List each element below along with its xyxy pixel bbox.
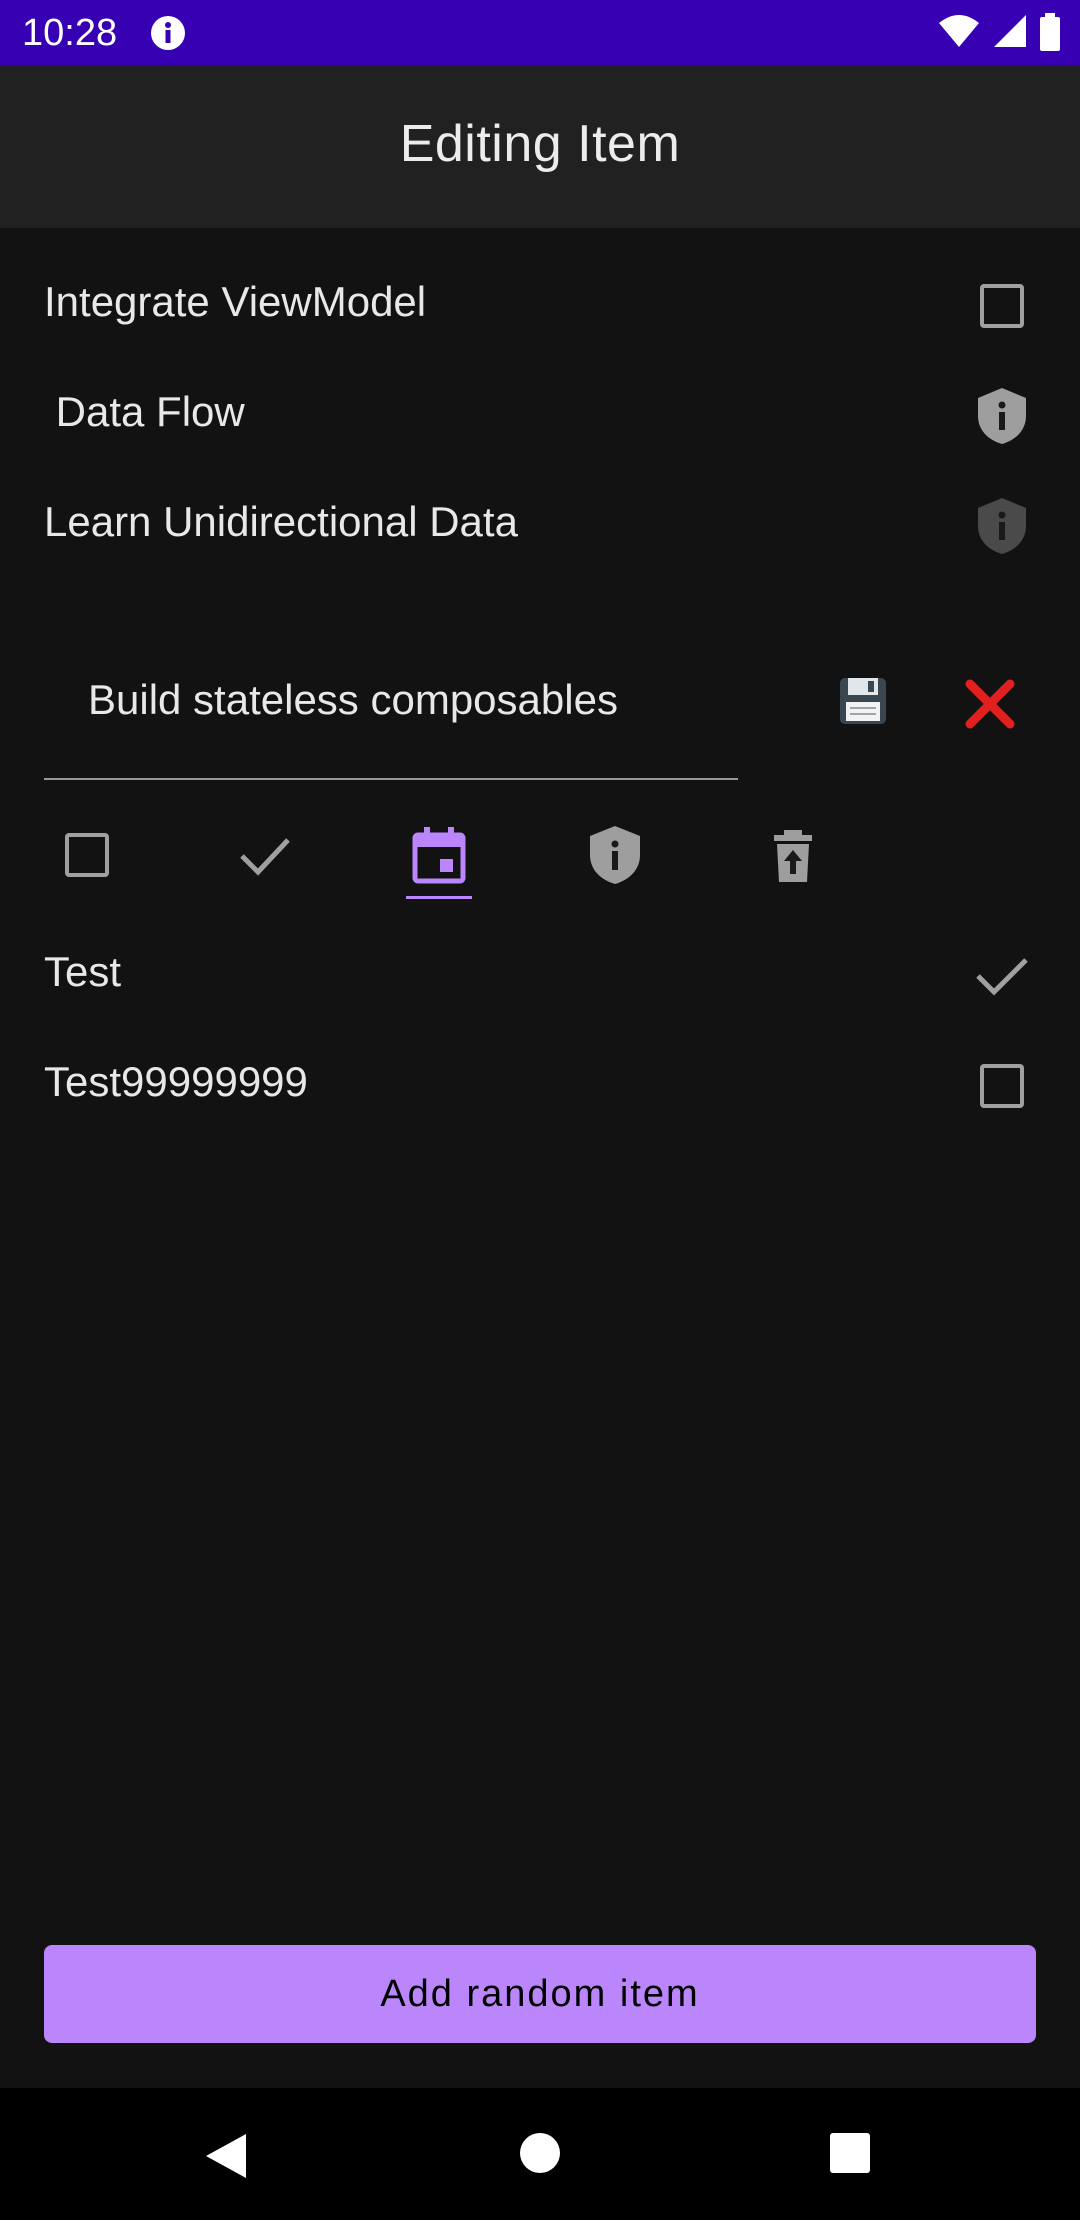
list-item[interactable]: Test99999999 <box>0 1030 1080 1140</box>
icon-option-checkbox[interactable] <box>56 824 118 886</box>
icon-option-shield[interactable] <box>584 824 646 886</box>
list-item[interactable]: Test <box>0 920 1080 1030</box>
checkbox-empty-icon <box>65 833 109 877</box>
item-text: Data Flow <box>44 388 245 435</box>
check-icon <box>240 838 290 876</box>
calendar-event-icon <box>412 827 466 884</box>
battery-icon <box>1040 13 1060 51</box>
app-bar: Editing Item <box>0 66 1080 228</box>
item-edit-value: Build stateless composables <box>88 676 618 723</box>
info-icon <box>151 16 185 50</box>
list-item[interactable]: Integrate ViewModel <box>0 250 1080 360</box>
icon-option-trash[interactable] <box>762 824 824 886</box>
shield-info-icon <box>978 498 1026 554</box>
status-bar: 10:28 <box>0 0 1080 66</box>
signal-icon <box>993 15 1026 47</box>
status-time: 10:28 <box>22 12 118 54</box>
shield-info-icon <box>590 826 640 884</box>
icon-picker <box>0 810 1080 910</box>
icon-option-check[interactable] <box>234 824 296 886</box>
list-item[interactable]: Learn Unidirectional Data <box>0 470 1080 580</box>
icon-option-calendar[interactable] <box>408 824 470 886</box>
item-text: Learn Unidirectional Data <box>44 498 518 545</box>
recents-icon[interactable] <box>830 2133 870 2173</box>
back-icon[interactable] <box>204 2132 248 2180</box>
status-icons <box>931 13 1062 51</box>
item-text: Test <box>44 948 122 995</box>
checkbox-empty-icon <box>980 284 1024 328</box>
item-edit-input[interactable]: Build stateless composables <box>44 650 738 780</box>
system-nav-bar <box>0 2088 1080 2220</box>
red-x-icon[interactable] <box>962 676 1018 732</box>
restore-from-trash-icon <box>774 830 812 882</box>
check-icon <box>976 958 1028 996</box>
checkbox-empty-icon <box>980 1064 1024 1108</box>
item-text: Integrate ViewModel <box>44 278 427 325</box>
floppy-disk-icon[interactable] <box>838 676 888 726</box>
selected-indicator <box>406 896 472 899</box>
item-text: Test99999999 <box>44 1058 308 1105</box>
add-random-item-button[interactable]: Add random item <box>44 1945 1036 2043</box>
page-title: Editing Item <box>399 115 681 173</box>
home-icon[interactable] <box>519 2132 561 2174</box>
list-item[interactable]: Data Flow <box>0 360 1080 470</box>
shield-info-icon <box>978 388 1026 444</box>
wifi-icon <box>939 15 980 47</box>
